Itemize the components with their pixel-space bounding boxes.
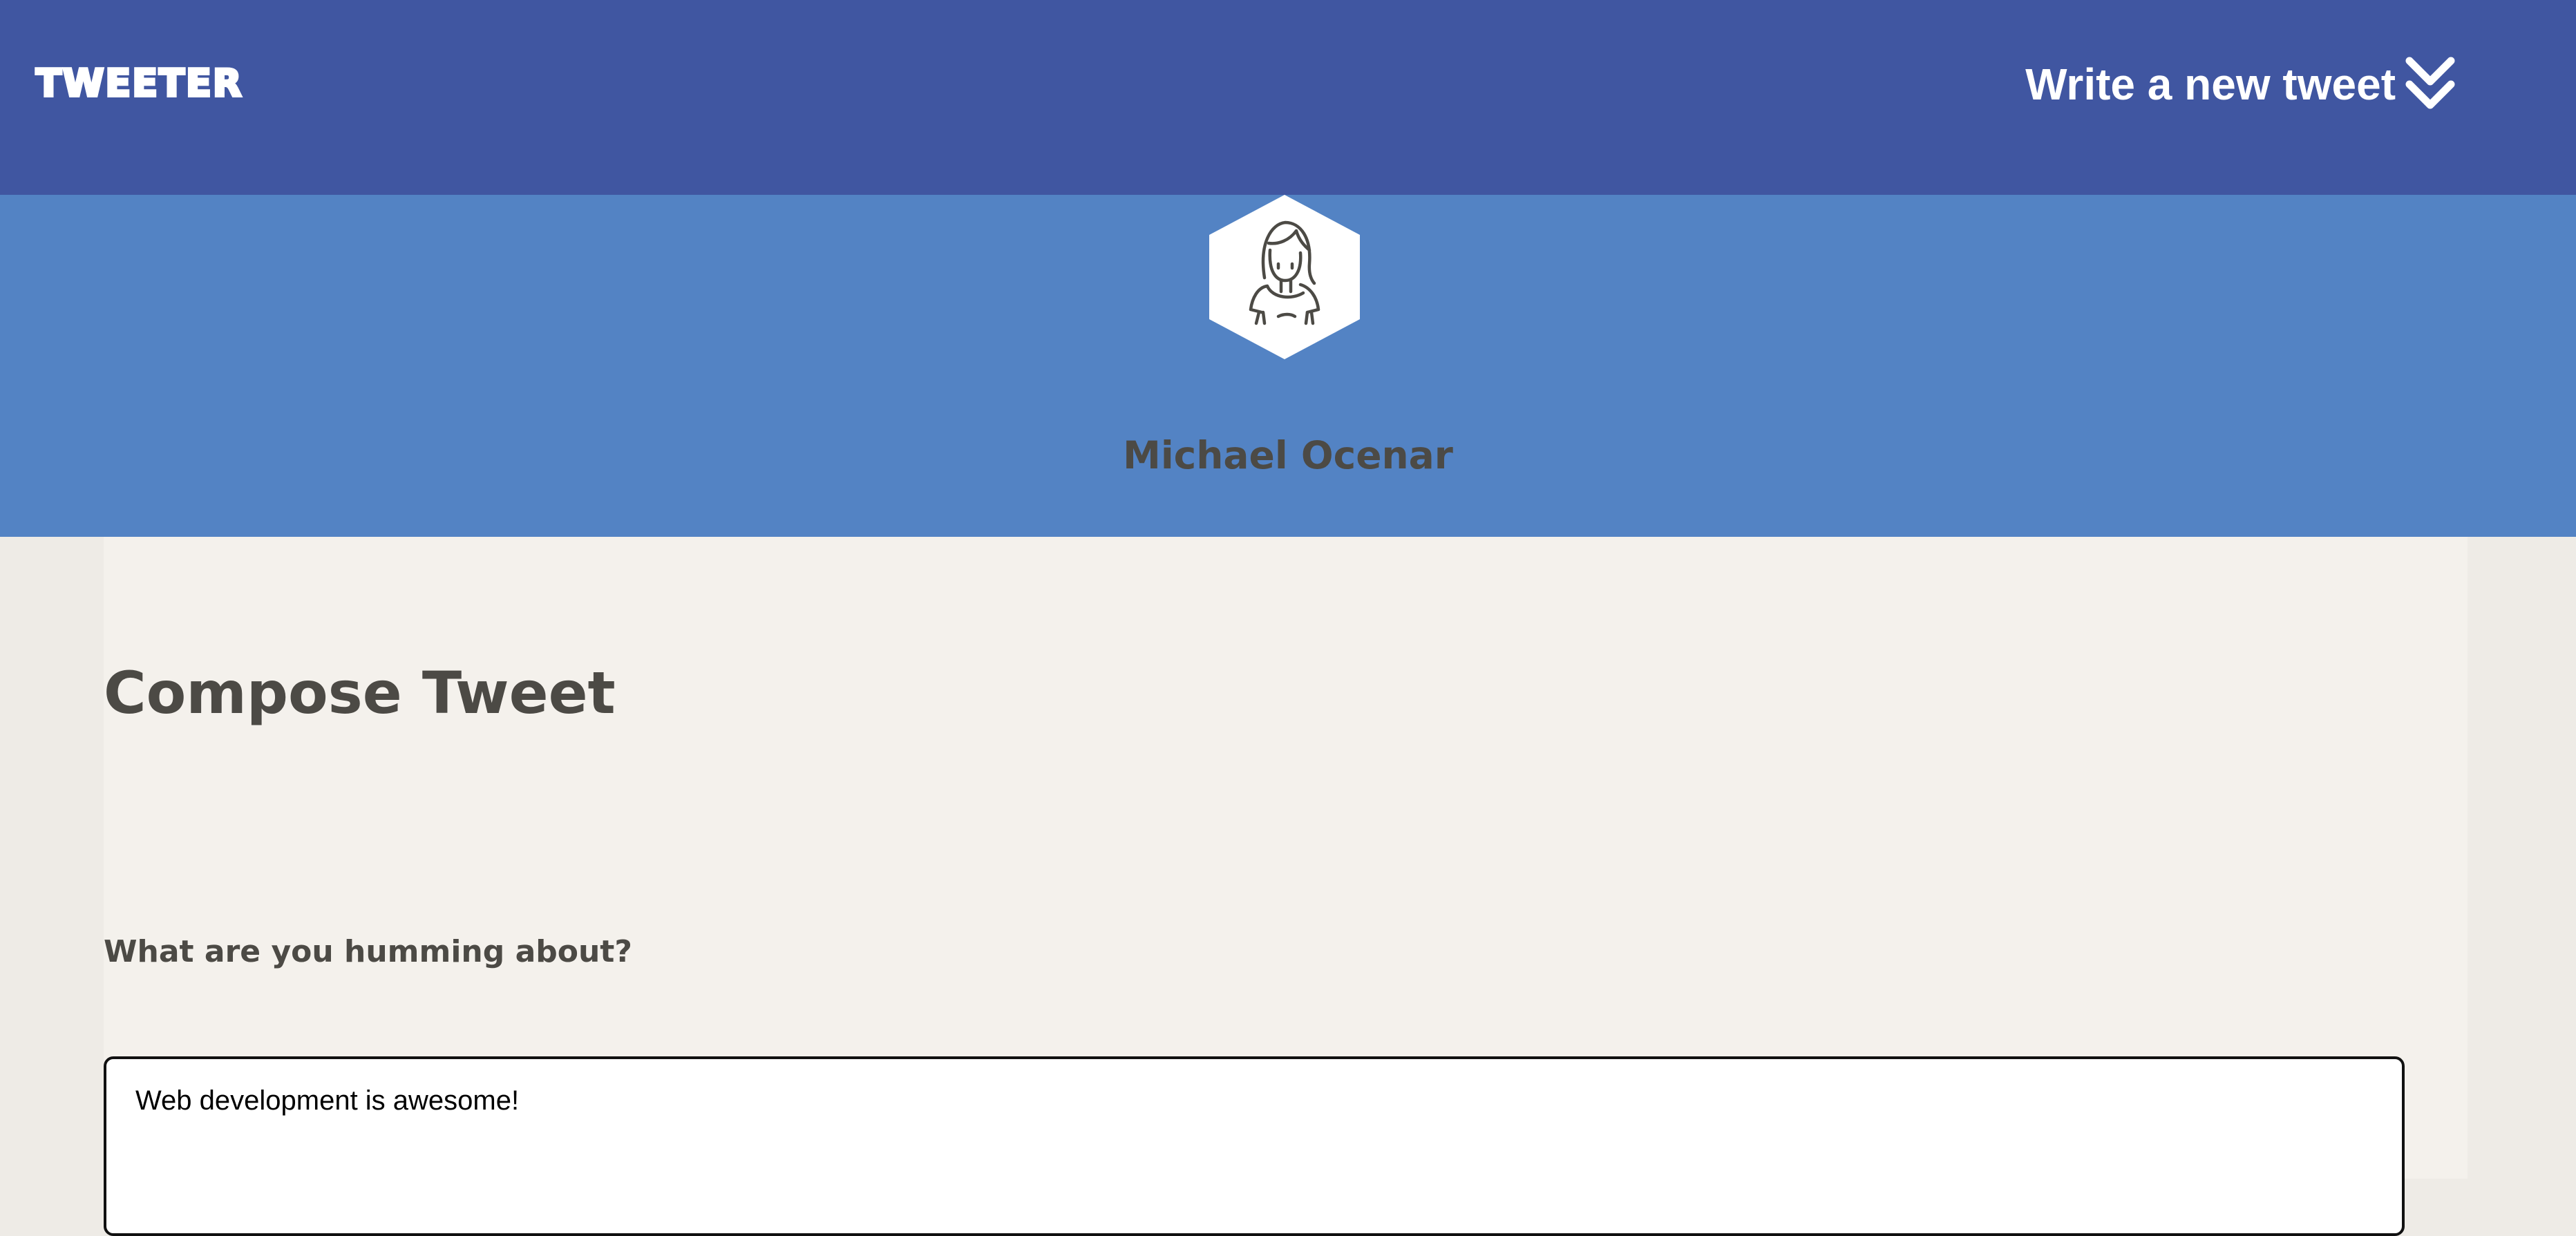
profile-name: Michael Ocenar [1123, 433, 1453, 477]
top-nav-bar: TWEETER Write a new tweet [0, 0, 2576, 195]
compose-section: Compose Tweet What are you humming about… [104, 537, 2468, 1236]
write-new-tweet-button[interactable]: Write a new tweet [2025, 57, 2455, 112]
tweet-text-input[interactable]: Web development is awesome! [104, 1056, 2405, 1236]
user-avatar-icon [1209, 195, 1360, 359]
brand-logo[interactable]: TWEETER [35, 64, 243, 104]
write-new-tweet-label: Write a new tweet [2025, 59, 2396, 109]
double-chevron-down-icon [2405, 57, 2455, 109]
page-title: Compose Tweet [104, 659, 616, 727]
tweet-prompt-label: What are you humming about? [104, 934, 632, 969]
